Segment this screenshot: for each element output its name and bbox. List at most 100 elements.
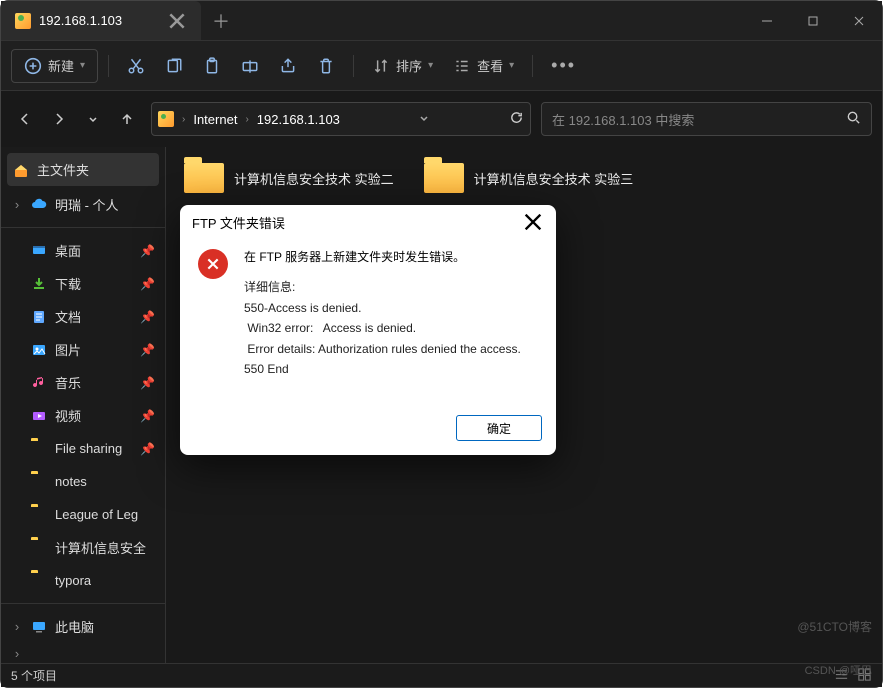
cut-button[interactable]: [119, 49, 153, 83]
sidebar-item-label: 下载: [55, 274, 81, 293]
sidebar-folder[interactable]: 计算机信息安全: [1, 531, 165, 564]
chevron-down-icon: ▾: [509, 60, 514, 71]
sidebar-item-label: 计算机信息安全: [55, 538, 146, 557]
dialog-details-label: 详细信息:: [244, 277, 521, 297]
view-details-button[interactable]: [834, 667, 849, 685]
sidebar-home-label: 主文件夹: [37, 160, 89, 179]
sidebar-folder[interactable]: typora: [1, 564, 165, 597]
pin-icon: 📌: [140, 310, 155, 324]
sidebar-home[interactable]: 主文件夹: [7, 153, 159, 186]
folder-item[interactable]: 计算机信息安全技术 实验三: [424, 163, 634, 193]
new-tab-button[interactable]: ＋: [201, 8, 241, 34]
pc-icon: [31, 619, 47, 635]
picture-icon: [31, 342, 47, 358]
sidebar-item-picture[interactable]: 图片📌: [1, 333, 165, 366]
dialog-titlebar[interactable]: FTP 文件夹错误: [180, 205, 556, 239]
sidebar-folder[interactable]: notes: [1, 465, 165, 498]
delete-button[interactable]: [309, 49, 343, 83]
folder-icon: [31, 474, 47, 490]
nav-row: › Internet › 192.168.1.103 在 192.168.1.1…: [1, 91, 882, 147]
sidebar-more[interactable]: ›: [1, 643, 165, 663]
separator: [532, 55, 533, 77]
search-box[interactable]: 在 192.168.1.103 中搜索: [541, 102, 872, 136]
sidebar-item-label: 音乐: [55, 373, 81, 392]
rename-icon: [241, 57, 259, 75]
sidebar-item-desktop[interactable]: 桌面📌: [1, 234, 165, 267]
sidebar-item-video[interactable]: 视频📌: [1, 399, 165, 432]
folder-icon: [31, 507, 47, 523]
status-bar: 5 个项目 CSDN @哑巴: [1, 663, 882, 687]
cloud-icon: [31, 197, 47, 213]
tab-title: 192.168.1.103: [39, 13, 122, 28]
chevron-down-icon: ▾: [80, 60, 85, 71]
chevron-right-icon: ›: [182, 114, 185, 125]
window-minimize-button[interactable]: [744, 1, 790, 41]
paste-icon: [203, 57, 221, 75]
view-button[interactable]: 查看▾: [445, 49, 522, 83]
home-icon: [13, 162, 29, 178]
recent-dropdown[interactable]: [79, 105, 107, 133]
folder-icon: [31, 540, 47, 556]
window-maximize-button[interactable]: [790, 1, 836, 41]
breadcrumb[interactable]: 192.168.1.103: [257, 112, 340, 127]
folder-icon: [424, 163, 464, 193]
breadcrumb[interactable]: Internet: [193, 112, 237, 127]
new-button-label: 新建: [48, 56, 74, 75]
chevron-right-icon: ›: [245, 114, 248, 125]
sidebar-user-label: 明瑞 - 个人: [55, 195, 119, 214]
rename-button[interactable]: [233, 49, 267, 83]
sidebar-item-label: typora: [55, 573, 91, 588]
address-dropdown[interactable]: [418, 112, 430, 127]
forward-button[interactable]: [45, 105, 73, 133]
share-button[interactable]: [271, 49, 305, 83]
title-bar: 192.168.1.103 ＋: [1, 1, 882, 41]
dialog-close-button[interactable]: [522, 211, 544, 233]
separator: [1, 227, 165, 228]
sidebar-user[interactable]: › 明瑞 - 个人: [1, 188, 165, 221]
up-button[interactable]: [113, 105, 141, 133]
sidebar-folder[interactable]: File sharing 📌: [1, 432, 165, 465]
more-button[interactable]: •••: [543, 49, 584, 83]
more-icon: •••: [551, 55, 576, 76]
folder-icon: [184, 163, 224, 193]
sort-icon: [372, 57, 390, 75]
pin-icon: 📌: [140, 343, 155, 357]
back-button[interactable]: [11, 105, 39, 133]
watermark: @51CTO博客: [797, 618, 872, 635]
sidebar-thispc[interactable]: › 此电脑: [1, 610, 165, 643]
music-icon: [31, 375, 47, 391]
chevron-right-icon[interactable]: ›: [11, 197, 23, 212]
chevron-down-icon: ▾: [428, 60, 433, 71]
toolbar: 新建 ▾ 排序▾ 查看▾ •••: [1, 41, 882, 91]
dialog-heading: 在 FTP 服务器上新建文件夹时发生错误。: [244, 247, 521, 267]
sidebar-item-label: File sharing: [55, 441, 122, 456]
new-button[interactable]: 新建 ▾: [11, 49, 98, 83]
browser-tab[interactable]: 192.168.1.103: [1, 1, 201, 40]
refresh-button[interactable]: [509, 110, 524, 128]
window-close-button[interactable]: [836, 1, 882, 41]
error-icon: [198, 249, 228, 279]
dialog-ok-button[interactable]: 确定: [456, 415, 542, 441]
sidebar-item-doc[interactable]: 文档📌: [1, 300, 165, 333]
sidebar-item-music[interactable]: 音乐📌: [1, 366, 165, 399]
sidebar-thispc-label: 此电脑: [55, 617, 94, 636]
dialog-title: FTP 文件夹错误: [192, 213, 285, 232]
folder-label: 计算机信息安全技术 实验三: [474, 169, 634, 188]
sidebar-item-label: 桌面: [55, 241, 81, 260]
sidebar-folder[interactable]: League of Leg: [1, 498, 165, 531]
folder-icon: [31, 573, 47, 589]
chevron-right-icon[interactable]: ›: [11, 646, 23, 661]
sort-button[interactable]: 排序▾: [364, 49, 441, 83]
separator: [353, 55, 354, 77]
paste-button[interactable]: [195, 49, 229, 83]
view-thumbnails-button[interactable]: [857, 667, 872, 685]
folder-item[interactable]: 计算机信息安全技术 实验二: [184, 163, 394, 193]
tab-close-button[interactable]: [167, 11, 187, 31]
address-icon: [158, 111, 174, 127]
pin-icon: 📌: [140, 442, 155, 456]
copy-button[interactable]: [157, 49, 191, 83]
chevron-right-icon[interactable]: ›: [11, 619, 23, 634]
address-bar[interactable]: › Internet › 192.168.1.103: [151, 102, 531, 136]
sidebar-item-download[interactable]: 下载📌: [1, 267, 165, 300]
share-icon: [279, 57, 297, 75]
